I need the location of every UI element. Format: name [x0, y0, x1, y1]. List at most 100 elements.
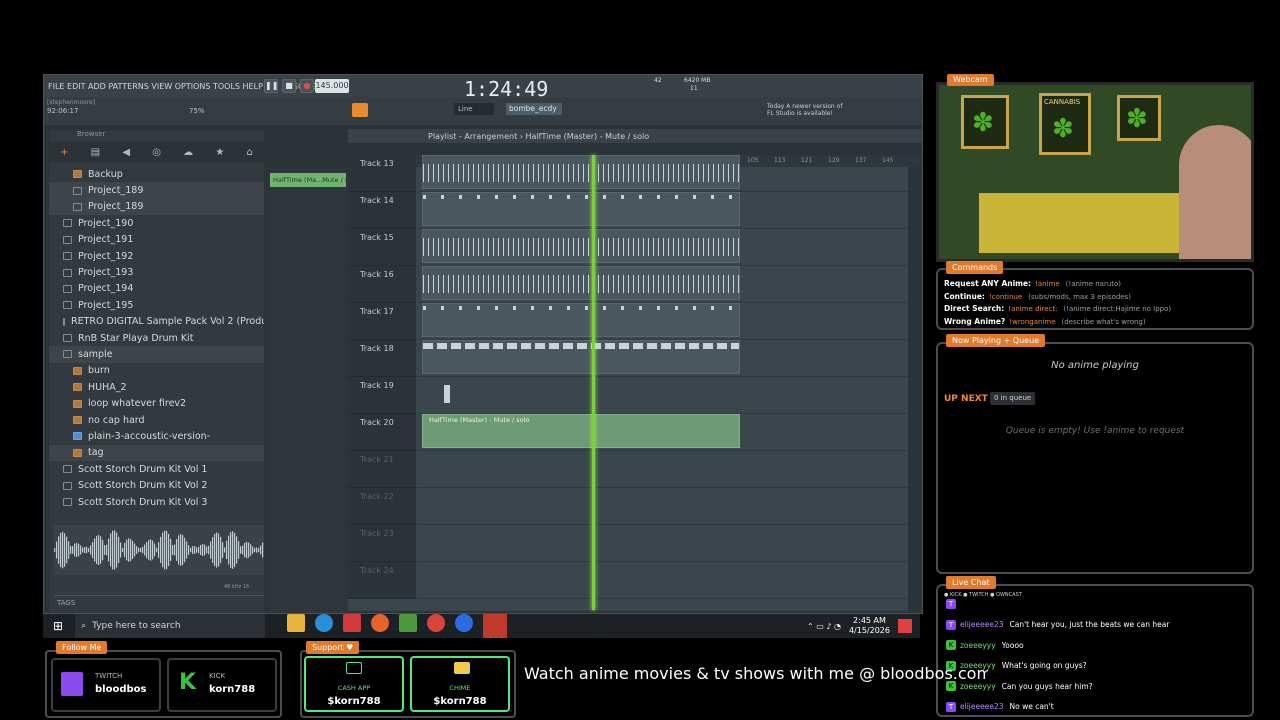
browser-item[interactable]: Project_191: [49, 232, 264, 248]
browser-item[interactable]: plain-3-accoustic-version-: [49, 428, 264, 444]
browser-item[interactable]: Scott Storch Drum Kit Vol 2: [49, 477, 264, 493]
follow-label: Follow Me: [56, 641, 108, 654]
twitch-card[interactable]: TWITCH bloodbos: [51, 658, 161, 712]
browser-item[interactable]: Project_195: [49, 297, 264, 313]
file-icon[interactable]: ▤: [91, 147, 100, 158]
track-header[interactable]: Track 15: [348, 229, 416, 266]
chat-text: Can you guys hear him?: [1001, 681, 1093, 691]
track-lane[interactable]: [418, 303, 908, 340]
tags-bar[interactable]: TAGS: [54, 595, 264, 609]
browser-item[interactable]: sample: [49, 346, 264, 363]
browser-item[interactable]: RETRO DIGITAL Sample Pack Vol 2 (Produce…: [49, 314, 264, 330]
browser-item[interactable]: Project_190: [49, 215, 264, 231]
browser-item[interactable]: Scott Storch Drum Kit Vol 3: [49, 494, 264, 510]
track-lane[interactable]: [418, 192, 908, 229]
edge-icon[interactable]: [315, 614, 334, 632]
track-header[interactable]: Track 14: [348, 192, 416, 229]
menu-items[interactable]: FILE EDIT ADD PATTERNS VIEW OPTIONS TOOL…: [48, 82, 263, 91]
tags-label: TAGS: [57, 599, 76, 607]
waveform-bar: [178, 535, 180, 565]
windows-start-icon[interactable]: ⊞: [53, 619, 63, 633]
track-header[interactable]: Track 17: [348, 303, 416, 340]
browser-item[interactable]: Project_193: [49, 264, 264, 280]
minecraft-icon[interactable]: [399, 614, 418, 632]
track-header[interactable]: Track 13: [348, 155, 416, 192]
edge-blue-icon[interactable]: [455, 614, 474, 632]
browser-item[interactable]: HUHA_2: [49, 379, 264, 395]
selected-sample-field[interactable]: bombe_ecdy: [506, 103, 562, 115]
chime-card[interactable]: CHIME $korn788: [410, 656, 510, 712]
playhead[interactable]: [592, 155, 595, 610]
audio-clip[interactable]: [422, 155, 740, 189]
sample-preview-waveform[interactable]: [54, 525, 264, 575]
browser-item[interactable]: RnB Star Playa Drum Kit: [49, 330, 264, 346]
track-header[interactable]: Track 22: [348, 488, 416, 525]
pattern-clip[interactable]: HalfTime (Ma...Mute / solo: [270, 173, 346, 187]
add-icon[interactable]: +: [60, 147, 68, 158]
back-icon[interactable]: ◀: [122, 147, 130, 158]
audio-clip[interactable]: [422, 266, 740, 300]
track-lane[interactable]: [418, 155, 908, 192]
waveform-bar: [184, 537, 186, 563]
cashapp-card[interactable]: CASH APP $korn788: [304, 656, 404, 712]
pattern-mode-icon[interactable]: [352, 103, 368, 117]
browser-item[interactable]: loop whatever firev2: [49, 395, 264, 411]
browser-item[interactable]: Project_194: [49, 281, 264, 297]
system-tray[interactable]: ⌃ ▭ ♪ ◔ 2:45 AM 4/15/2026: [807, 616, 912, 636]
browser-item[interactable]: burn: [49, 363, 264, 379]
audio-clip[interactable]: [422, 303, 740, 337]
track-header[interactable]: Track 16: [348, 266, 416, 303]
stop-button[interactable]: ■: [282, 79, 296, 93]
track-header[interactable]: Track 24: [348, 562, 416, 599]
audio-clip[interactable]: [422, 377, 452, 411]
track-lane[interactable]: [418, 266, 908, 303]
waveform-bar: [250, 544, 252, 556]
cloud-icon[interactable]: ☁: [183, 147, 193, 158]
notification-icon[interactable]: [898, 619, 912, 633]
waveform-bar: [124, 542, 126, 558]
tag-icon[interactable]: ⌂: [246, 147, 252, 158]
kick-card[interactable]: K KICK korn788: [167, 658, 277, 712]
audio-clip[interactable]: [422, 229, 740, 263]
bed: [979, 193, 1189, 253]
track-header[interactable]: Track 18: [348, 340, 416, 377]
track-header[interactable]: Track 23: [348, 525, 416, 562]
star-icon[interactable]: ★: [215, 147, 224, 158]
track-lane[interactable]: [418, 451, 908, 488]
track-lane[interactable]: [418, 562, 908, 599]
master-clip[interactable]: HalfTime (Master) - Mute / solo: [422, 414, 740, 448]
poster-cannabis: CANNABIS ✽: [1039, 93, 1091, 155]
taskbar-search[interactable]: ⌕ Type here to search: [75, 614, 266, 638]
audio-clip[interactable]: [422, 192, 740, 226]
browser-item[interactable]: tag: [49, 444, 264, 462]
firefox-icon[interactable]: [371, 614, 390, 632]
chrome-icon[interactable]: [427, 614, 446, 632]
tempo-display[interactable]: 145.000: [315, 79, 349, 93]
track-lane[interactable]: HalfTime (Master) - Mute / solo: [418, 414, 908, 451]
track-lane[interactable]: [418, 340, 908, 377]
track-lane[interactable]: [418, 229, 908, 266]
snap-select[interactable]: Line: [454, 103, 494, 115]
record-button[interactable]: ●: [300, 79, 314, 93]
track-lane[interactable]: [418, 525, 908, 562]
fl-studio-icon[interactable]: [483, 614, 508, 638]
browser-item[interactable]: no cap hard: [49, 412, 264, 428]
track-lane[interactable]: [418, 488, 908, 525]
track-lane[interactable]: [418, 377, 908, 414]
news-panel[interactable]: Today A newer version of FL Studio is av…: [767, 103, 842, 117]
audio-clip[interactable]: [422, 340, 740, 374]
track-header[interactable]: Track 20: [348, 414, 416, 451]
chat-username: zoeeeyyy: [960, 640, 996, 650]
explorer-icon[interactable]: [287, 614, 306, 632]
browser-item[interactable]: Project_189: [49, 182, 264, 199]
browser-item[interactable]: Backup: [49, 166, 264, 182]
track-header[interactable]: Track 21: [348, 451, 416, 488]
pause-button[interactable]: ❚❚: [264, 79, 278, 93]
waveform-bar: [86, 546, 88, 554]
track-header[interactable]: Track 19: [348, 377, 416, 414]
app-icon[interactable]: [343, 614, 362, 632]
browser-item[interactable]: Scott Storch Drum Kit Vol 1: [49, 461, 264, 477]
globe-icon[interactable]: ◎: [152, 147, 161, 158]
browser-item[interactable]: Project_189: [49, 198, 264, 216]
browser-item[interactable]: Project_192: [49, 248, 264, 264]
